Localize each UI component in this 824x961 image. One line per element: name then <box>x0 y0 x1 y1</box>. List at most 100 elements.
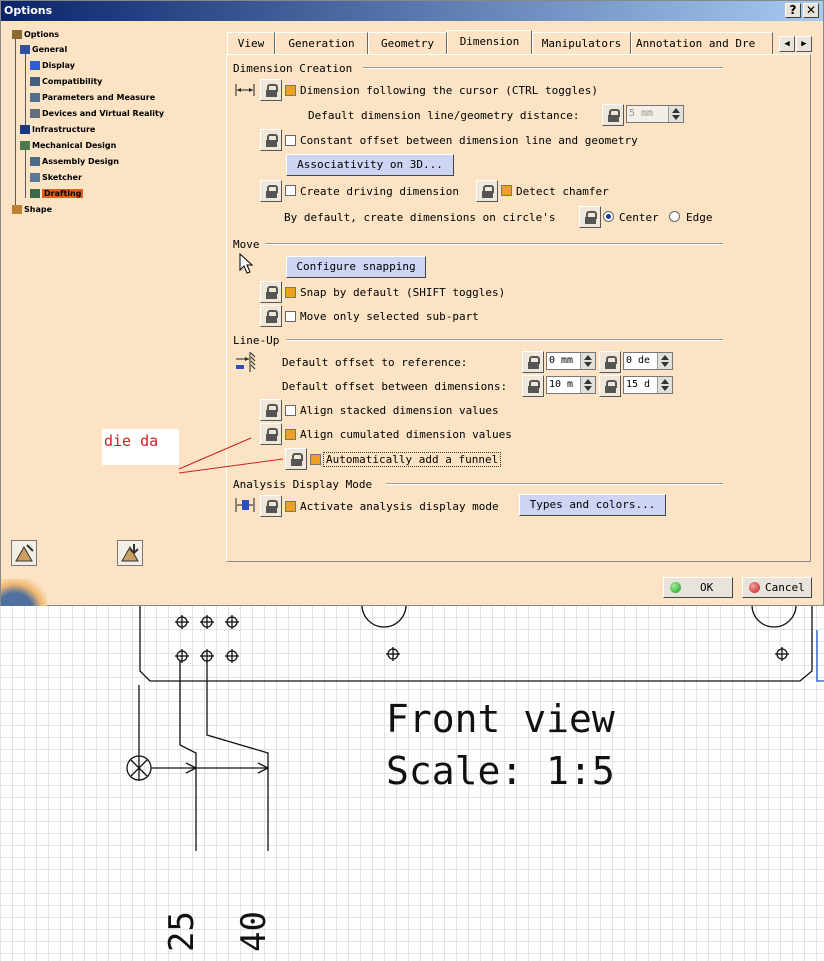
tree-item-devices[interactable]: Devices and Virtual Reality <box>30 107 164 121</box>
tab-scroll-right[interactable]: ▶ <box>796 36 812 52</box>
offset-between-label: Default offset between dimensions: <box>282 380 508 393</box>
detect-chamfer-label: Detect chamfer <box>516 185 609 198</box>
tree-item-options[interactable]: Options <box>12 28 59 42</box>
dimension-value-40: 40 <box>234 911 274 952</box>
options-dialog: Options ? ✕ Options General Display Comp… <box>0 0 824 606</box>
section-move: Move <box>233 238 260 251</box>
activate-analysis-checkbox[interactable] <box>285 501 296 512</box>
section-divider <box>386 483 723 485</box>
edge-label: Edge <box>686 211 713 224</box>
auto-funnel-checkbox[interactable] <box>310 454 321 465</box>
create-driving-checkbox[interactable] <box>285 185 296 196</box>
tree-item-display[interactable]: Display <box>30 59 75 73</box>
ok-icon <box>670 582 681 593</box>
spinner-icon[interactable] <box>657 353 672 369</box>
section-dimension-creation: Dimension Creation <box>233 62 353 75</box>
spinner-icon[interactable] <box>580 353 595 369</box>
tree-item-mechanical-design[interactable]: Mechanical Design <box>20 139 116 153</box>
constant-offset-checkbox[interactable] <box>285 135 296 146</box>
configure-snapping-button[interactable]: Configure snapping <box>286 256 426 278</box>
offset-between-field[interactable]: 10 m <box>546 376 596 394</box>
shape-icon <box>12 205 22 214</box>
tree-item-shape[interactable]: Shape <box>12 203 52 217</box>
dialog-title: Options <box>4 4 53 17</box>
tree-connector <box>25 148 26 198</box>
tree-item-drafting[interactable]: Drafting <box>30 187 84 201</box>
assembly-icon <box>30 157 40 166</box>
center-radio[interactable] <box>603 211 614 222</box>
close-button[interactable]: ✕ <box>803 3 819 18</box>
lock-icon[interactable] <box>260 79 282 101</box>
lock-icon[interactable] <box>476 180 498 202</box>
tree-item-sketcher[interactable]: Sketcher <box>30 171 82 185</box>
lock-icon[interactable] <box>522 375 544 397</box>
tab-scroll-left[interactable]: ◀ <box>779 36 795 52</box>
view-title-line2: Scale: 1:5 <box>386 749 615 793</box>
display-icon <box>30 61 40 70</box>
lock-icon[interactable] <box>602 104 624 126</box>
align-stacked-checkbox[interactable] <box>285 405 296 416</box>
snap-default-checkbox[interactable] <box>285 287 296 298</box>
ok-button[interactable]: OK <box>663 577 733 598</box>
annotation-leader-lines <box>178 437 284 474</box>
tab-annotation[interactable]: Annotation and Dre <box>631 32 773 54</box>
cancel-button[interactable]: Cancel <box>742 577 812 598</box>
mechanical-icon <box>20 141 30 150</box>
tree-connector <box>15 35 16 213</box>
reset-settings-icon[interactable] <box>11 540 37 566</box>
default-distance-label: Default dimension line/geometry distance… <box>308 109 580 122</box>
tree-item-general[interactable]: General <box>20 43 67 57</box>
default-distance-field[interactable]: 5 mm <box>626 105 684 123</box>
types-colors-button[interactable]: Types and colors... <box>519 494 666 516</box>
constant-offset-label: Constant offset between dimension line a… <box>300 134 638 147</box>
tab-generation[interactable]: Generation <box>275 32 368 54</box>
analysis-display-icon <box>234 495 256 515</box>
tree-item-parameters[interactable]: Parameters and Measure <box>30 91 155 105</box>
pointer-cursor-icon <box>239 252 255 278</box>
lock-icon[interactable] <box>260 399 282 421</box>
lock-icon[interactable] <box>599 375 621 397</box>
compatibility-icon <box>30 77 40 86</box>
tab-geometry[interactable]: Geometry <box>368 32 447 54</box>
section-divider <box>286 339 723 341</box>
detect-chamfer-checkbox[interactable] <box>501 185 512 196</box>
lock-icon[interactable] <box>599 351 621 373</box>
dialog-title-bar[interactable]: Options <box>1 1 823 21</box>
offset-reference-angle-field[interactable]: 0 de <box>623 352 673 370</box>
offset-between-angle-field[interactable]: 15 d <box>623 376 673 394</box>
move-selected-label: Move only selected sub-part <box>300 310 479 323</box>
lock-icon[interactable] <box>522 351 544 373</box>
offset-reference-field[interactable]: 0 mm <box>546 352 596 370</box>
tab-dimension[interactable]: Dimension <box>447 30 532 55</box>
spinner-icon[interactable] <box>580 377 595 393</box>
tree-item-assembly-design[interactable]: Assembly Design <box>30 155 119 169</box>
drafting-icon <box>30 189 40 198</box>
spinner-icon[interactable] <box>668 106 683 122</box>
tab-view[interactable]: View <box>227 32 275 54</box>
lock-icon[interactable] <box>260 180 282 202</box>
follow-cursor-checkbox[interactable] <box>285 85 296 96</box>
lock-icon[interactable] <box>260 281 282 303</box>
move-selected-checkbox[interactable] <box>285 311 296 322</box>
infrastructure-icon <box>20 125 30 134</box>
options-root-icon <box>12 30 22 39</box>
lock-icon[interactable] <box>260 495 282 517</box>
tree-item-infrastructure[interactable]: Infrastructure <box>20 123 95 137</box>
snap-default-label: Snap by default (SHIFT toggles) <box>300 286 506 299</box>
section-divider <box>363 67 723 69</box>
create-driving-label: Create driving dimension <box>300 185 459 198</box>
lock-icon[interactable] <box>260 129 282 151</box>
globe-decoration <box>1 579 47 606</box>
tree-item-compatibility[interactable]: Compatibility <box>30 75 102 89</box>
help-button[interactable]: ? <box>785 3 801 18</box>
tab-manipulators[interactable]: Manipulators <box>532 32 631 54</box>
lock-icon[interactable] <box>260 305 282 327</box>
edge-radio[interactable] <box>669 211 680 222</box>
dimension-follow-icon <box>234 80 256 100</box>
lock-icon[interactable] <box>579 206 601 228</box>
parameters-icon <box>30 93 40 102</box>
dimension-value-25: 25 <box>162 911 202 952</box>
associativity-button[interactable]: Associativity on 3D... <box>286 154 454 176</box>
export-settings-icon[interactable] <box>117 540 143 566</box>
spinner-icon[interactable] <box>657 377 672 393</box>
